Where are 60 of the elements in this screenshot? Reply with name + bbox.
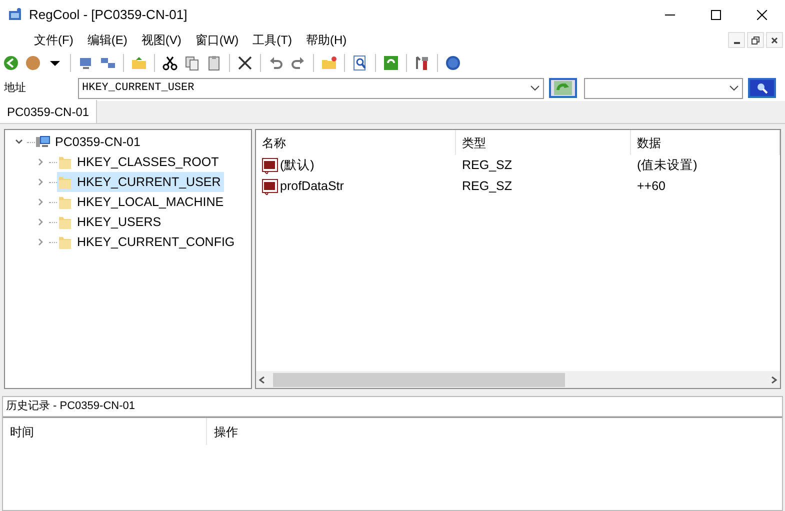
table-cell-text: (默认)	[280, 157, 314, 174]
folder-icon	[57, 154, 73, 170]
menu-item[interactable]: 编辑(E)	[81, 31, 134, 49]
column-header[interactable]: 操作	[207, 418, 782, 445]
delete-icon[interactable]	[236, 54, 254, 72]
mdi-restore-button[interactable]	[747, 32, 764, 48]
menu-item[interactable]: 视图(V)	[135, 31, 188, 49]
menu-item[interactable]: 工具(T)	[246, 31, 298, 49]
column-header[interactable]: 类型	[456, 130, 631, 155]
table-cell-text: profDataStr	[280, 178, 344, 196]
string-value-icon	[262, 178, 278, 194]
close-icon	[770, 36, 779, 44]
menu-item[interactable]: 帮助(H)	[300, 31, 353, 49]
tools-icon[interactable]	[413, 54, 431, 72]
string-value-icon	[262, 158, 278, 174]
column-header[interactable]: 名称	[256, 130, 456, 155]
table-cell-text: (值未设置)	[637, 157, 698, 174]
tree-item[interactable]: HKEY_CURRENT_CONFIG	[57, 232, 238, 252]
scrollbar-thumb[interactable]	[273, 372, 565, 386]
scissors-icon[interactable]	[161, 54, 179, 72]
window-title: RegCool - [PC0359-CN-01]	[29, 6, 188, 24]
mdi-close-button[interactable]	[766, 32, 783, 48]
go-button[interactable]	[549, 78, 577, 98]
back-icon[interactable]	[2, 54, 20, 72]
tree-item[interactable]: HKEY_LOCAL_MACHINE	[57, 192, 227, 212]
dropdown-icon	[530, 85, 540, 91]
address-label: 地址	[3, 80, 27, 96]
panel-title: 历史记录 - PC0359-CN-01	[3, 397, 782, 417]
tab[interactable]: PC0359-CN-01	[0, 100, 98, 123]
minimize-icon	[734, 42, 740, 44]
column-header[interactable]: 数据	[631, 130, 780, 155]
help-icon[interactable]	[444, 54, 462, 72]
mdi-minimize-button[interactable]	[728, 32, 745, 48]
address-field[interactable]: HKEY_CURRENT_USER	[78, 78, 544, 98]
maximize-icon	[711, 10, 721, 20]
tree-item[interactable]: HKEY_CURRENT_USER	[57, 172, 224, 192]
search-button[interactable]	[748, 78, 776, 98]
table-cell-text: ++60	[637, 178, 666, 196]
tree-item[interactable]: HKEY_CLASSES_ROOT	[57, 152, 222, 172]
menu-item[interactable]: 文件(F)	[28, 31, 80, 49]
refresh-icon[interactable]	[382, 54, 400, 72]
table-cell-text: REG_SZ	[462, 157, 512, 174]
folder-icon	[57, 234, 73, 250]
restore-icon	[751, 36, 760, 44]
horizontal-scrollbar[interactable]	[256, 371, 780, 388]
folder-icon	[57, 174, 73, 190]
dropdown-icon	[729, 85, 739, 91]
tree-item[interactable]: HKEY_USERS	[57, 212, 164, 232]
tree-item[interactable]: PC0359-CN-01	[35, 132, 144, 152]
new-folder-icon[interactable]	[320, 54, 338, 72]
search-field[interactable]	[584, 78, 743, 98]
computer-icon	[35, 135, 51, 149]
table-cell-text: REG_SZ	[462, 178, 512, 196]
folder-icon	[57, 214, 73, 230]
app-icon	[7, 7, 23, 23]
close-icon	[757, 10, 767, 20]
menu-item[interactable]: 窗口(W)	[189, 31, 245, 49]
folder-icon	[57, 194, 73, 210]
copy-icon[interactable]	[183, 54, 201, 72]
column-header[interactable]: 时间	[3, 418, 207, 445]
